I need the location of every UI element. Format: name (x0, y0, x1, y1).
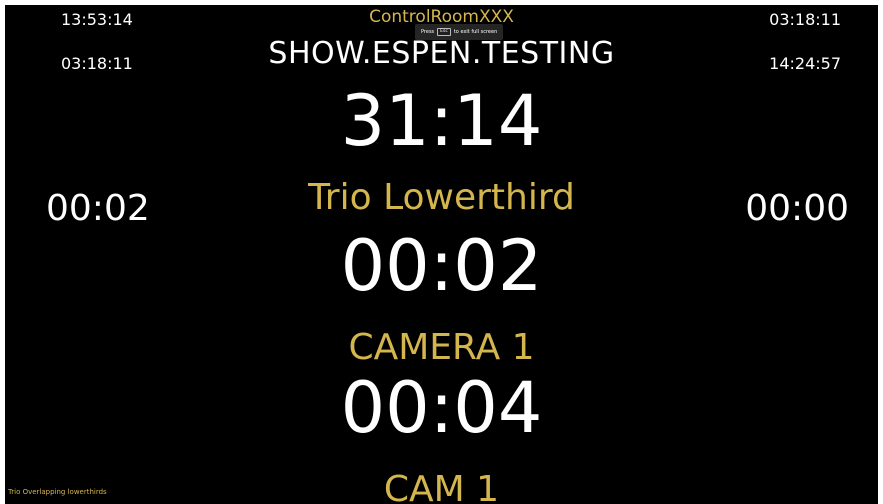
segment-label-upcoming: CAM 1 (383, 469, 500, 504)
show-name: SHOW.ESPEN.TESTING (268, 36, 615, 71)
footer-rundown-name: Trio Overlapping lowerthirds (8, 488, 107, 496)
fullscreen-exit-notice: Press Esc to exit full screen (415, 24, 504, 40)
segment-label-next: CAMERA 1 (348, 327, 535, 368)
main-timer: 31:14 (340, 80, 543, 162)
segment-label-current: Trio Lowerthird (308, 177, 575, 218)
fullscreen-notice-suffix: to exit full screen (453, 29, 498, 35)
fullscreen-display: 13:53:14 03:18:11 03:18:11 14:24:57 Cont… (5, 5, 878, 504)
esc-key-icon: Esc (437, 27, 451, 37)
fullscreen-notice-press: Press (421, 29, 435, 35)
segment-timer-next: 00:04 (340, 367, 543, 449)
segment-timer-current: 00:02 (340, 225, 543, 307)
